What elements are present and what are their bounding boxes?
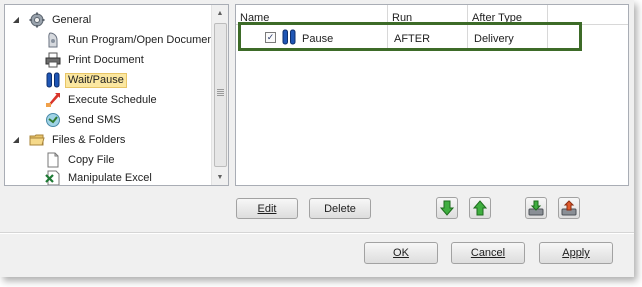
- tree-item-label: Print Document: [68, 53, 144, 66]
- import-icon: [528, 200, 544, 216]
- tree-item-manipulate-excel[interactable]: Manipulate Excel: [45, 169, 155, 185]
- tree-item-label: Manipulate Excel: [68, 171, 152, 184]
- table-row[interactable]: ✓ Pause AFTER Delivery: [238, 22, 582, 51]
- pause-icon: [45, 72, 61, 88]
- cell-after-type: Delivery: [474, 33, 514, 45]
- cell-name: Pause: [302, 33, 334, 45]
- cancel-button-label: Cancel: [470, 247, 506, 259]
- tree-item-run-program[interactable]: Run Program/Open Document: [45, 31, 220, 49]
- edit-button[interactable]: Edit: [236, 198, 298, 219]
- tree-item-files-folders[interactable]: Files & Folders: [29, 131, 128, 149]
- excel-icon: [45, 170, 61, 185]
- edit-button-label: Edit: [257, 202, 277, 215]
- tree-vertical-scrollbar[interactable]: ▲ ▼: [211, 5, 228, 185]
- arrow-up-icon: [472, 200, 488, 216]
- move-up-button[interactable]: [469, 197, 491, 219]
- tree-item-label: Wait/Pause: [65, 72, 127, 88]
- tree-item-label: Send SMS: [68, 113, 121, 126]
- execute-schedule-icon: [45, 92, 61, 108]
- ok-button-label: OK: [393, 247, 409, 259]
- dialog-frame: ◢ General Run Program/Open Document Prin…: [0, 0, 634, 277]
- tree-item-label: Run Program/Open Document: [68, 33, 217, 46]
- gear-icon: [29, 12, 45, 28]
- scroll-thumb[interactable]: [214, 23, 227, 167]
- row-checkbox[interactable]: ✓: [265, 32, 276, 43]
- run-program-icon: [45, 32, 61, 48]
- actions-grid[interactable]: Name Run After Type ✓ Pause AFTER Delive…: [235, 4, 629, 186]
- tree-item-general[interactable]: General: [29, 11, 94, 29]
- scroll-grip-icon: [217, 89, 224, 96]
- tree-item-label: Files & Folders: [52, 133, 126, 146]
- apply-button-label: Apply: [562, 247, 590, 259]
- collapse-general-icon[interactable]: ◢: [11, 14, 21, 24]
- export-button[interactable]: [558, 197, 580, 219]
- folder-icon: [29, 132, 45, 148]
- tree-item-label: Execute Schedule: [68, 93, 157, 106]
- scroll-down-icon[interactable]: ▼: [212, 169, 228, 185]
- tree-item-label: Copy File: [68, 153, 115, 166]
- export-icon: [561, 200, 577, 216]
- arrow-down-icon: [439, 200, 455, 216]
- copy-file-icon: [45, 152, 61, 168]
- tree-item-label: General: [52, 13, 92, 26]
- delete-button-label: Delete: [324, 202, 356, 215]
- ok-button[interactable]: OK: [364, 242, 438, 264]
- apply-button[interactable]: Apply: [539, 242, 613, 264]
- column-divider: [547, 25, 548, 48]
- tree-item-copy-file[interactable]: Copy File: [45, 151, 117, 169]
- pause-icon: [281, 29, 297, 45]
- tree-item-print-document[interactable]: Print Document: [45, 51, 147, 69]
- move-down-button[interactable]: [436, 197, 458, 219]
- tree-item-execute-schedule[interactable]: Execute Schedule: [45, 91, 160, 109]
- task-type-tree[interactable]: ◢ General Run Program/Open Document Prin…: [4, 4, 229, 186]
- scroll-up-icon[interactable]: ▲: [212, 5, 228, 21]
- sms-icon: [45, 112, 61, 128]
- printer-icon: [45, 52, 61, 68]
- footer-separator-highlight: [0, 233, 634, 234]
- tree-item-wait-pause[interactable]: Wait/Pause: [45, 71, 127, 89]
- cancel-button[interactable]: Cancel: [451, 242, 525, 264]
- tree-item-send-sms[interactable]: Send SMS: [45, 111, 124, 129]
- import-button[interactable]: [525, 197, 547, 219]
- column-divider: [467, 25, 468, 48]
- cell-run: AFTER: [394, 33, 431, 45]
- column-divider: [387, 25, 388, 48]
- collapse-files-folders-icon[interactable]: ◢: [11, 134, 21, 144]
- delete-button[interactable]: Delete: [309, 198, 371, 219]
